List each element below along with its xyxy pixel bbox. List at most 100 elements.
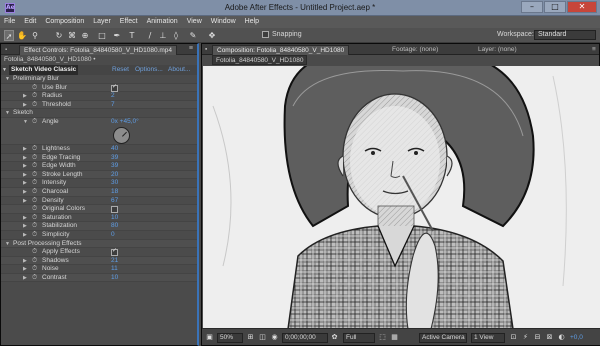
expand-triangle-icon[interactable]: ▶ <box>23 188 27 197</box>
menu-animation[interactable]: Animation <box>147 16 178 28</box>
property-row-use-blur[interactable]: ⏱ Use Blur <box>1 83 197 93</box>
stopwatch-icon[interactable]: ⏱ <box>32 214 37 223</box>
property-value[interactable]: 20 <box>111 171 118 180</box>
property-row-charcoal[interactable]: ▶ ⏱ Charcoal 18 <box>1 187 197 197</box>
property-checkbox[interactable] <box>111 249 118 257</box>
stopwatch-icon[interactable]: ⏱ <box>32 222 37 231</box>
property-group-sketch[interactable]: ▼ Sketch <box>1 109 197 118</box>
stopwatch-icon[interactable]: ⏱ <box>32 145 37 154</box>
effect-name[interactable]: Sketch Video Classic <box>9 65 79 75</box>
expand-triangle-icon[interactable]: ▼ <box>5 75 10 84</box>
panel-grip-icon[interactable]: ▪ <box>203 45 209 55</box>
menu-view[interactable]: View <box>187 16 202 28</box>
clone-stamp-tool-icon[interactable]: ⊥ <box>158 30 168 41</box>
expand-triangle-icon[interactable]: ▶ <box>23 154 27 163</box>
rotate-tool-icon[interactable]: ↻ <box>54 30 64 41</box>
property-row-threshold[interactable]: ▶ ⏱ Threshold 7 <box>1 100 197 110</box>
panel-menu-icon[interactable]: ≡ <box>189 45 193 52</box>
stopwatch-icon[interactable]: ⏱ <box>32 84 37 93</box>
reset-link[interactable]: Reset <box>112 65 129 75</box>
property-group-post-processing-effects[interactable]: ▼ Post Processing Effects <box>1 239 197 249</box>
color-channels-icon[interactable]: ✿ <box>330 333 339 342</box>
active-camera-select[interactable]: Active Camera <box>419 333 467 343</box>
composition-viewer[interactable] <box>203 66 600 329</box>
transparency-grid-icon[interactable]: ▦ <box>390 333 399 342</box>
stopwatch-icon[interactable]: ⏱ <box>32 231 37 240</box>
property-row-original-colors[interactable]: ⏱ Original Colors <box>1 205 197 214</box>
expand-triangle-icon[interactable]: ▶ <box>23 92 27 101</box>
property-row-simplicity[interactable]: ▶ ⏱ Simplicity 0 <box>1 231 197 240</box>
property-row-saturation[interactable]: ▶ ⏱ Saturation 10 <box>1 214 197 223</box>
expand-triangle-icon[interactable]: ▶ <box>23 265 27 274</box>
stopwatch-icon[interactable]: ⏱ <box>32 188 37 197</box>
view-layout-select[interactable]: 1 View <box>471 333 505 343</box>
property-value[interactable]: 0 <box>111 231 115 240</box>
property-row-edge-width[interactable]: ▶ ⏱ Edge Width 39 <box>1 162 197 171</box>
about-link[interactable]: About... <box>168 65 190 75</box>
property-value[interactable]: 18 <box>111 188 118 197</box>
expand-triangle-icon[interactable]: ▶ <box>23 222 27 231</box>
stopwatch-icon[interactable]: ⏱ <box>32 171 37 180</box>
property-row-lightness[interactable]: ▶ ⏱ Lightness 40 <box>1 145 197 154</box>
tab-composition[interactable]: Composition: Fotolia_84840580_V_HD1080 <box>212 45 350 55</box>
stopwatch-icon[interactable]: ⏱ <box>32 274 37 283</box>
expand-triangle-icon[interactable]: ▶ <box>23 257 27 266</box>
stopwatch-icon[interactable]: ⏱ <box>32 205 37 214</box>
expand-triangle-icon[interactable]: ▶ <box>23 101 27 110</box>
menu-file[interactable]: File <box>4 16 15 28</box>
puppet-pin-tool-icon[interactable]: ✥ <box>207 30 217 41</box>
tab-footage[interactable]: Footage: (none) <box>388 45 442 55</box>
property-row-intensity[interactable]: ▶ ⏱ Intensity 30 <box>1 179 197 188</box>
minimize-button[interactable]: – <box>521 1 543 13</box>
stopwatch-icon[interactable]: ⏱ <box>32 92 37 101</box>
stopwatch-icon[interactable]: ⏱ <box>32 265 37 274</box>
stopwatch-icon[interactable]: ⏱ <box>32 154 37 163</box>
property-value[interactable]: 30 <box>111 179 118 188</box>
camera-tool-icon[interactable]: ⌘ <box>67 30 77 41</box>
selection-tool-icon[interactable]: ➚ <box>4 30 14 41</box>
menu-layer[interactable]: Layer <box>93 16 111 28</box>
panel-grip-icon[interactable]: ▪ <box>5 47 7 53</box>
pen-tool-icon[interactable]: ✒ <box>112 30 122 41</box>
resolution-select[interactable]: Full <box>343 333 375 343</box>
menu-effect[interactable]: Effect <box>120 16 138 28</box>
snapping-checkbox[interactable] <box>262 31 269 38</box>
property-row-noise[interactable]: ▶ ⏱ Noise 11 <box>1 265 197 274</box>
property-row-edge-tracing[interactable]: ▶ ⏱ Edge Tracing 39 <box>1 153 197 163</box>
property-value[interactable]: 2 <box>111 92 115 101</box>
workspace-select[interactable]: Standard <box>534 30 596 40</box>
menu-help[interactable]: Help <box>245 16 259 28</box>
expand-triangle-icon[interactable]: ▶ <box>23 274 27 283</box>
text-tool-icon[interactable]: T <box>127 30 137 41</box>
property-value[interactable]: 80 <box>111 222 118 231</box>
tab-layer[interactable]: Layer: (none) <box>474 45 521 55</box>
close-button[interactable]: ✕ <box>567 1 597 13</box>
property-row-stabilization[interactable]: ▶ ⏱ Stabilization 80 <box>1 222 197 231</box>
current-time-display[interactable]: 0;00;00;00 <box>282 333 328 343</box>
safe-areas-icon[interactable]: ⊞ <box>246 333 255 342</box>
rectangle-tool-icon[interactable]: □ <box>97 30 107 41</box>
property-group-preliminary-blur[interactable]: ▼ Preliminary Blur <box>1 75 197 84</box>
fast-previews-icon[interactable]: ⚡ <box>521 333 530 342</box>
flowchart-icon[interactable]: ⊠ <box>545 333 554 342</box>
expand-triangle-icon[interactable]: ▶ <box>23 162 27 171</box>
expand-triangle-icon[interactable]: ▶ <box>23 145 27 154</box>
property-value[interactable]: 39 <box>111 162 118 171</box>
property-row-shadows[interactable]: ▶ ⏱ Shadows 21 <box>1 256 197 266</box>
property-row-apply-effects[interactable]: ⏱ Apply Effects <box>1 248 197 257</box>
property-value[interactable]: 67 <box>111 197 118 206</box>
menu-window[interactable]: Window <box>211 16 236 28</box>
panel-menu-icon[interactable]: ≡ <box>588 45 600 55</box>
stopwatch-icon[interactable]: ⏱ <box>32 257 37 266</box>
property-checkbox[interactable] <box>111 84 118 92</box>
stopwatch-icon[interactable]: ⏱ <box>32 248 37 257</box>
property-value[interactable]: 10 <box>111 274 118 283</box>
stopwatch-icon[interactable]: ⏱ <box>32 162 37 171</box>
exposure-icon[interactable]: ◐ <box>557 333 566 342</box>
angle-dial[interactable] <box>113 126 130 144</box>
property-row-density[interactable]: ▶ ⏱ Density 67 <box>1 197 197 206</box>
maximize-button[interactable]: □ <box>544 1 566 13</box>
mask-visibility-icon[interactable]: ◫ <box>258 333 267 342</box>
menu-edit[interactable]: Edit <box>24 16 36 28</box>
options-link[interactable]: Options... <box>135 65 163 75</box>
